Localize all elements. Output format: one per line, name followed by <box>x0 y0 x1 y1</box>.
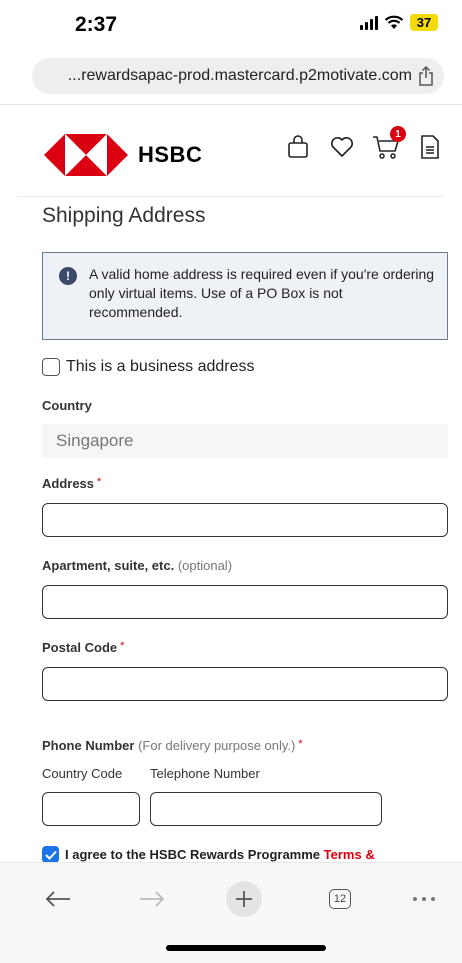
more-button[interactable] <box>406 881 442 917</box>
status-time: 2:37 <box>75 13 118 36</box>
forward-arrow-icon <box>140 891 165 907</box>
terms-link[interactable]: Terms & <box>324 847 375 862</box>
checkmark-icon <box>44 850 57 860</box>
battery-icon: 37 <box>410 14 438 31</box>
forward-button[interactable] <box>134 881 170 917</box>
required-mark: * <box>298 738 303 750</box>
wifi-icon <box>384 15 404 30</box>
terms-checkbox[interactable] <box>42 846 59 863</box>
site-header: HSBC 1 <box>0 112 462 192</box>
address-notice: ! A valid home address is required even … <box>42 252 448 340</box>
plus-icon <box>226 881 262 917</box>
postal-code-input[interactable] <box>42 667 448 701</box>
hsbc-hexagon-icon <box>44 134 128 176</box>
back-button[interactable] <box>40 881 76 917</box>
new-tab-button[interactable] <box>226 881 262 917</box>
terms-text: I agree to the HSBC Rewards Programme Te… <box>65 847 375 862</box>
cart-count-badge: 1 <box>390 126 406 142</box>
info-icon: ! <box>59 267 77 285</box>
cart-icon[interactable]: 1 <box>372 126 406 162</box>
home-indicator <box>166 945 326 951</box>
required-mark: * <box>97 476 102 488</box>
notice-text: A valid home address is required even if… <box>89 266 435 320</box>
header-icons: 1 <box>284 126 444 162</box>
postal-code-label: Postal Code * <box>42 640 125 655</box>
address-input[interactable] <box>42 503 448 537</box>
hsbc-logo[interactable]: HSBC <box>44 134 202 176</box>
header-divider <box>18 196 444 197</box>
telephone-number-label: Telephone Number <box>150 766 260 781</box>
business-address-label: This is a business address <box>66 358 255 375</box>
telephone-number-input[interactable] <box>150 792 382 826</box>
terms-agreement: I agree to the HSBC Rewards Programme Te… <box>42 846 375 863</box>
browser-divider <box>0 104 462 105</box>
url-text: ...rewardsapac-prod.mastercard.p2motivat… <box>67 67 412 84</box>
heart-icon[interactable] <box>328 132 356 162</box>
business-address-checkbox[interactable] <box>42 358 60 376</box>
document-icon[interactable] <box>416 132 444 162</box>
status-indicators: 37 <box>360 14 438 31</box>
shopping-bag-icon[interactable] <box>284 132 312 162</box>
tabs-button[interactable]: 12 <box>322 881 358 917</box>
signal-icon <box>360 15 378 30</box>
country-label: Country <box>42 398 92 413</box>
url-bar[interactable]: ...rewardsapac-prod.mastercard.p2motivat… <box>32 58 444 94</box>
apartment-input[interactable] <box>42 585 448 619</box>
tab-count: 12 <box>329 889 351 909</box>
country-field: Singapore <box>42 424 448 458</box>
share-icon[interactable] <box>418 66 434 86</box>
browser-toolbar: 12 <box>0 862 462 963</box>
logo-text: HSBC <box>138 142 203 167</box>
page-title: Shipping Address <box>42 204 206 227</box>
country-code-input[interactable] <box>42 792 140 826</box>
status-bar: 2:37 37 <box>0 0 462 48</box>
business-address-option[interactable]: This is a business address <box>42 358 255 376</box>
more-dots-icon <box>413 897 435 901</box>
back-arrow-icon <box>45 891 70 907</box>
apartment-label: Apartment, suite, etc. (optional) <box>42 558 233 573</box>
address-label: Address * <box>42 476 102 491</box>
required-mark: * <box>120 640 125 652</box>
country-code-label: Country Code <box>42 766 123 781</box>
phone-number-label: Phone Number (For delivery purpose only.… <box>42 738 303 753</box>
